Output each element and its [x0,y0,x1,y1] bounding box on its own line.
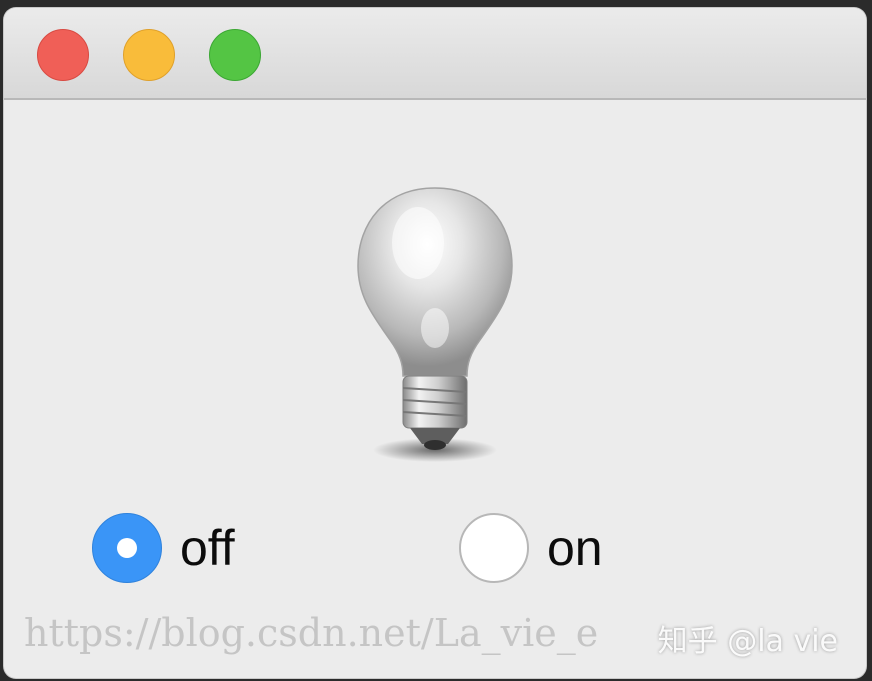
radio-label-off[interactable]: off [180,513,235,583]
radio-button-on[interactable] [459,513,529,583]
radio-option-off[interactable]: off [92,513,235,583]
radio-option-on[interactable]: on [459,513,603,583]
watermark-brand: 知乎 @la vie [657,624,838,659]
watermark-url: https://blog.csdn.net/La_vie_e [24,611,599,655]
lightbulb-icon [340,178,530,478]
title-bar[interactable] [4,8,866,100]
app-window: off on https://blog.csdn.net/La_vie_e 知乎… [4,8,866,678]
close-button[interactable] [37,29,89,81]
maximize-button[interactable] [209,29,261,81]
radio-button-off[interactable] [92,513,162,583]
radio-label-on[interactable]: on [547,513,603,583]
minimize-button[interactable] [123,29,175,81]
